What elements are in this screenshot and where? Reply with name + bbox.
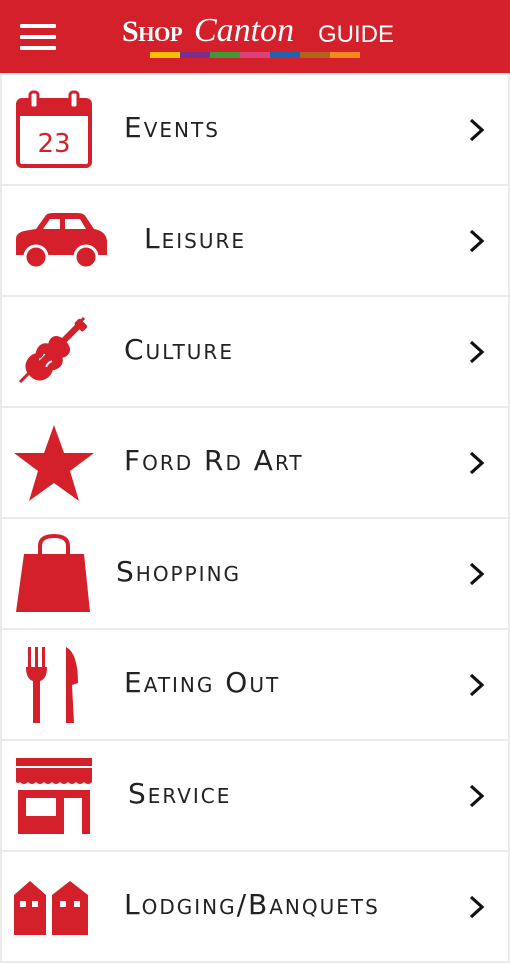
app-logo: Shop Canton GUIDE <box>122 10 395 62</box>
logo-stripe <box>210 52 240 58</box>
menu-item-label: Ford Rd Art <box>124 444 304 477</box>
hamburger-menu-icon[interactable] <box>20 24 56 50</box>
violin-icon <box>18 316 88 384</box>
car-icon <box>16 213 107 270</box>
menu-item-label: Leisure <box>144 222 247 255</box>
chevron-right-icon <box>469 118 485 142</box>
logo-stripe <box>270 52 300 58</box>
calendar-icon: 23 <box>16 90 92 168</box>
menu-item-label: Eating Out <box>124 666 281 699</box>
menu-item-service[interactable]: Service <box>2 741 508 850</box>
houses-icon <box>14 881 88 935</box>
chevron-right-icon <box>469 895 485 919</box>
menu-item-lodging-banquets[interactable]: Lodging/Banquets <box>2 852 508 961</box>
chevron-right-icon <box>469 451 485 475</box>
menu-item-label: Events <box>124 111 220 144</box>
chevron-right-icon <box>469 784 485 808</box>
logo-canton-text: Canton <box>194 12 295 49</box>
menu-item-ford-rd-art[interactable]: Ford Rd Art <box>2 408 508 517</box>
menu-item-culture[interactable]: Culture <box>2 297 508 406</box>
menu-item-label: Lodging/Banquets <box>124 888 380 921</box>
logo-stripe <box>240 52 270 58</box>
storefront-icon <box>16 758 92 834</box>
logo-color-stripes <box>150 52 360 58</box>
chevron-right-icon <box>469 673 485 697</box>
menu-item-shopping[interactable]: Shopping <box>2 519 508 628</box>
shopping-bag-icon <box>16 533 90 612</box>
menu-item-events[interactable]: 23 Events <box>2 75 508 184</box>
star-icon <box>14 425 94 501</box>
menu-item-leisure[interactable]: Leisure <box>2 186 508 295</box>
logo-shop-text: Shop <box>122 15 183 48</box>
fork-knife-icon <box>26 647 78 723</box>
chevron-right-icon <box>469 340 485 364</box>
app-header: Shop Canton GUIDE <box>0 0 510 73</box>
logo-stripe <box>300 52 330 58</box>
menu-item-eating-out[interactable]: Eating Out <box>2 630 508 739</box>
chevron-right-icon <box>469 229 485 253</box>
menu-item-label: Shopping <box>116 555 242 588</box>
logo-stripe <box>180 52 210 58</box>
category-list: 23 Events Leisure Culture Ford Rd Art Sh… <box>2 75 508 963</box>
logo-stripe <box>150 52 180 58</box>
chevron-right-icon <box>469 562 485 586</box>
menu-item-label: Culture <box>124 333 234 366</box>
logo-stripe <box>330 52 360 58</box>
logo-guide-text: GUIDE <box>318 21 395 48</box>
menu-item-label: Service <box>128 777 232 810</box>
calendar-day-number: 23 <box>37 129 70 159</box>
